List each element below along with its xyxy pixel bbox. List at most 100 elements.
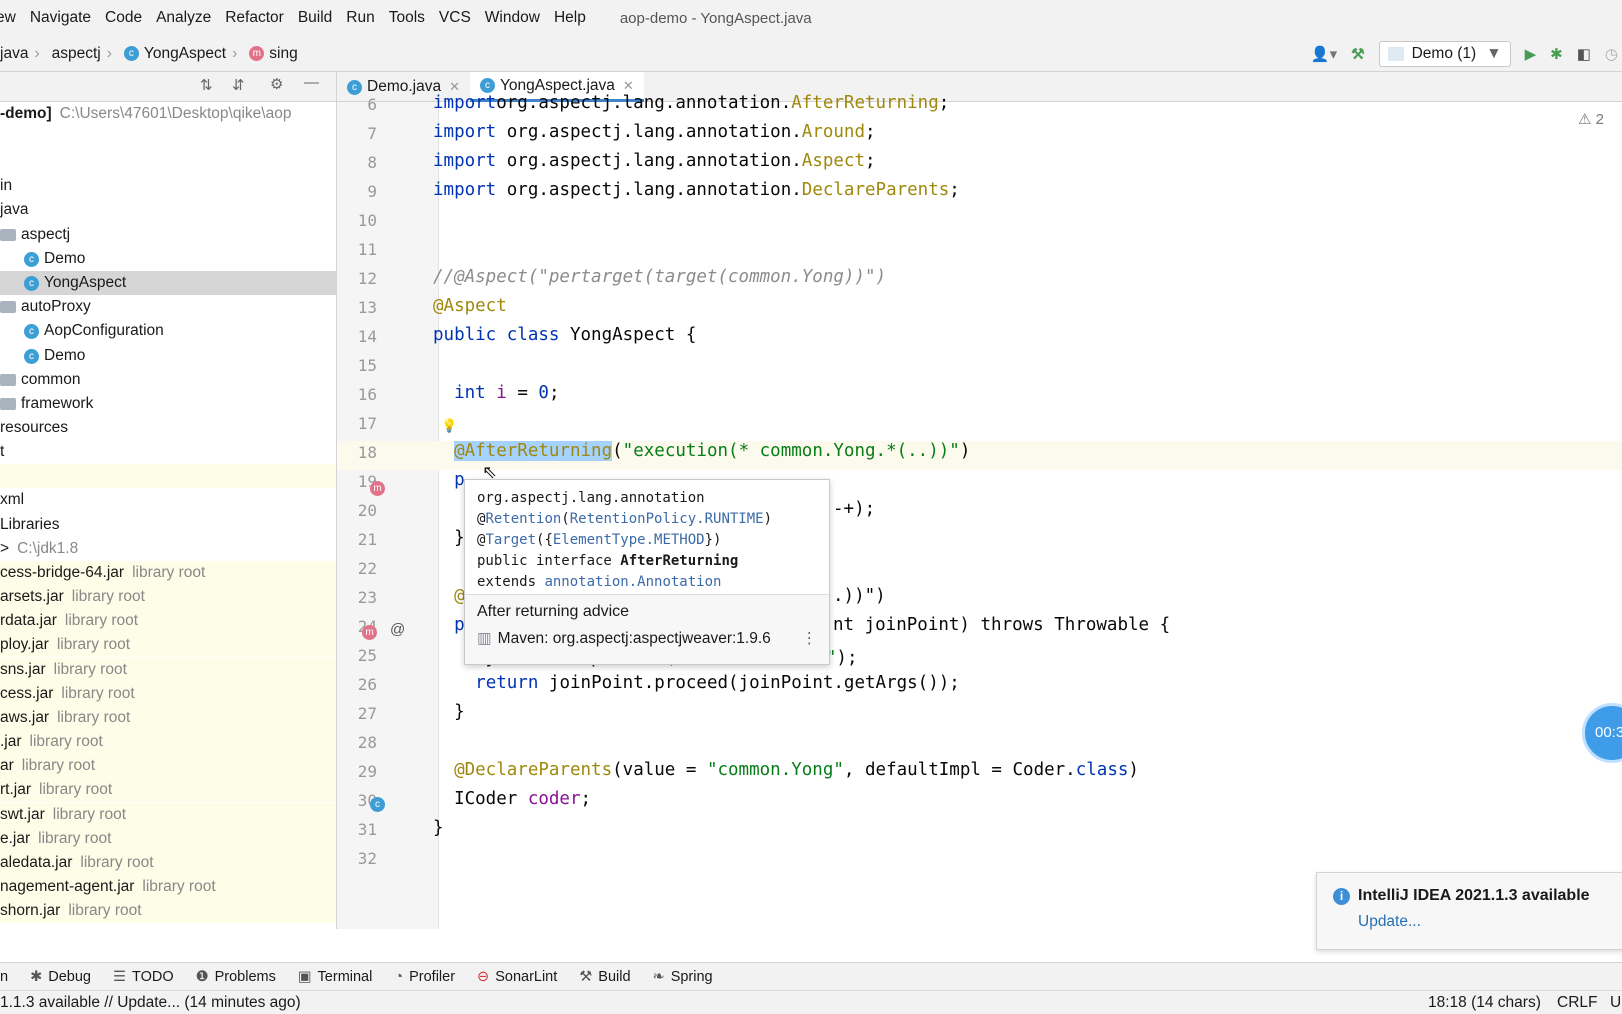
- collapse-all-icon[interactable]: ⇵: [232, 76, 245, 94]
- profile-icon[interactable]: ◷: [1605, 45, 1618, 63]
- menu-help[interactable]: Help: [554, 9, 586, 27]
- tree-item[interactable]: aledata.jar library root: [0, 850, 336, 875]
- menu-window[interactable]: Window: [485, 9, 540, 27]
- tree-item[interactable]: in: [0, 174, 336, 198]
- tree-item[interactable]: common: [0, 368, 336, 392]
- implements-marker-icon[interactable]: c: [370, 797, 385, 812]
- tree-item[interactable]: nagement-agent.jar library root: [0, 874, 336, 899]
- tree-item[interactable]: framework: [0, 392, 336, 416]
- tree-item[interactable]: c AopConfiguration: [0, 319, 336, 343]
- tree-item[interactable]: ploy.jar library root: [0, 633, 336, 658]
- toolwindow-todo[interactable]: ☰ TODO: [113, 969, 174, 985]
- info-icon: i: [1333, 887, 1350, 905]
- toolwindow-build[interactable]: ⚒ Build: [579, 969, 630, 985]
- menu-code[interactable]: Code: [105, 9, 142, 27]
- close-tab-icon[interactable]: ✕: [623, 78, 634, 94]
- tree-item-label: >: [0, 540, 10, 557]
- breadcrumb-java[interactable]: java ›: [0, 45, 46, 63]
- toolwindow-terminal[interactable]: ▣ Terminal: [298, 969, 373, 985]
- toolwindow-profiler[interactable]: ◔ Profiler: [394, 969, 455, 985]
- tree-item[interactable]: e.jar library root: [0, 826, 336, 851]
- warnings-indicator[interactable]: ⚠ 2: [1578, 110, 1604, 128]
- crumb-label: sing: [269, 44, 298, 62]
- tree-item[interactable]: autoProxy: [0, 295, 336, 319]
- tree-item[interactable]: arsets.jar library root: [0, 585, 336, 610]
- tree-item[interactable]: resources: [0, 416, 336, 440]
- menu-tools[interactable]: Tools: [389, 9, 425, 27]
- build-hammer-icon[interactable]: ⚒: [1351, 45, 1364, 63]
- tree-item[interactable]: shorn.jar library root: [0, 899, 336, 924]
- toolwindow-label: SonarLint: [495, 968, 558, 985]
- tree-item[interactable]: sns.jar library root: [0, 657, 336, 682]
- code-token: @AfterReturning: [454, 441, 613, 461]
- run-icon[interactable]: ▶: [1525, 45, 1537, 63]
- status-message[interactable]: 1.1.3 available // Update... (14 minutes…: [0, 994, 301, 1012]
- tree-item[interactable]: c Demo: [0, 247, 336, 271]
- code-token: }: [433, 818, 444, 838]
- coverage-icon[interactable]: ◧: [1577, 45, 1591, 63]
- target-link[interactable]: Target: [485, 532, 536, 548]
- toolwindow-debug[interactable]: ✱ Debug: [30, 969, 91, 985]
- tree-item[interactable]: cess-bridge-64.jar library root: [0, 561, 336, 585]
- tree-item[interactable]: swt.jar library root: [0, 802, 336, 827]
- code-line: int i = 0;: [433, 383, 559, 403]
- retention-policy-link[interactable]: RetentionPolicy.RUNTIME: [570, 511, 764, 527]
- minimize-icon[interactable]: —: [304, 74, 319, 91]
- menu-refactor[interactable]: Refactor: [225, 9, 284, 27]
- override-marker-icon[interactable]: m: [362, 625, 377, 640]
- tree-item[interactable]: [0, 464, 336, 488]
- tree-item[interactable]: aws.jar library root: [0, 705, 336, 730]
- method-icon: m: [249, 46, 265, 61]
- todo-icon: ☰: [112, 968, 126, 985]
- gear-icon[interactable]: ⚙: [270, 75, 283, 93]
- expand-all-icon[interactable]: ⇅: [200, 76, 213, 94]
- tree-item[interactable]: rt.jar library root: [0, 778, 336, 803]
- element-type-link[interactable]: ElementType.METHOD: [553, 532, 705, 548]
- breadcrumb-class[interactable]: c YongAspect ›: [123, 45, 243, 63]
- tree-item[interactable]: xml: [0, 488, 336, 512]
- code-token: YongAspect {: [569, 325, 697, 345]
- menu-run[interactable]: Run: [346, 9, 374, 27]
- tree-item[interactable]: java: [0, 198, 336, 222]
- annotation-marker-icon[interactable]: @: [390, 622, 405, 637]
- menu-analyze[interactable]: Analyze: [156, 9, 211, 27]
- caret-position[interactable]: 18:18 (14 chars): [1428, 994, 1541, 1012]
- file-encoding[interactable]: U: [1610, 994, 1621, 1012]
- menu-vcs[interactable]: VCS: [439, 9, 471, 27]
- tree-item[interactable]: c YongAspect: [0, 271, 336, 295]
- tree-item-detail: library root: [29, 733, 103, 751]
- sonarlint-icon: ⊖: [477, 968, 490, 985]
- retention-link[interactable]: Retention: [485, 511, 561, 527]
- tree-item[interactable]: rdata.jar library root: [0, 609, 336, 634]
- update-link[interactable]: Update...: [1358, 913, 1619, 931]
- tree-item[interactable]: -demo] C:\Users\47601\Desktop\qike\aop: [0, 102, 336, 126]
- tree-item[interactable]: > C:\jdk1.8: [0, 537, 336, 561]
- toolwindow-sonarlint[interactable]: ⊖ SonarLint: [477, 969, 557, 985]
- vcs-user-icon[interactable]: 👤▾: [1311, 45, 1337, 63]
- tree-item[interactable]: t: [0, 440, 336, 464]
- toolwindow-problems[interactable]: ❶ Problems: [196, 969, 276, 985]
- debug-icon[interactable]: ✱: [1550, 45, 1563, 63]
- tree-item[interactable]: cess.jar library root: [0, 681, 336, 706]
- tree-item[interactable]: ar library root: [0, 754, 336, 779]
- tree-item[interactable]: Libraries: [0, 513, 336, 537]
- breadcrumb-aspectj[interactable]: aspectj ›: [52, 45, 118, 63]
- library-icon: ▥: [477, 630, 492, 647]
- annotation-link[interactable]: annotation.Annotation: [544, 574, 721, 590]
- more-options-icon[interactable]: ⋮: [802, 629, 818, 648]
- tree-item[interactable]: .jar library root: [0, 730, 336, 755]
- lightbulb-icon[interactable]: 💡: [441, 418, 457, 434]
- tree-item[interactable]: c Demo: [0, 344, 336, 368]
- menu-ew[interactable]: ew: [0, 9, 16, 27]
- toolwindow-label: Build: [598, 968, 631, 985]
- breadcrumb-method[interactable]: m sing: [249, 44, 298, 63]
- toolwindow-spring[interactable]: ❧ Spring: [653, 969, 713, 985]
- line-separator[interactable]: CRLF: [1557, 994, 1597, 1012]
- run-configuration-select[interactable]: Demo (1) ▼: [1378, 41, 1511, 67]
- tree-item[interactable]: aspectj: [0, 223, 336, 247]
- menu-build[interactable]: Build: [298, 9, 332, 27]
- override-marker-icon[interactable]: m: [370, 481, 385, 496]
- toolwindow-n[interactable]: n: [0, 969, 8, 985]
- menu-navigate[interactable]: Navigate: [30, 9, 91, 27]
